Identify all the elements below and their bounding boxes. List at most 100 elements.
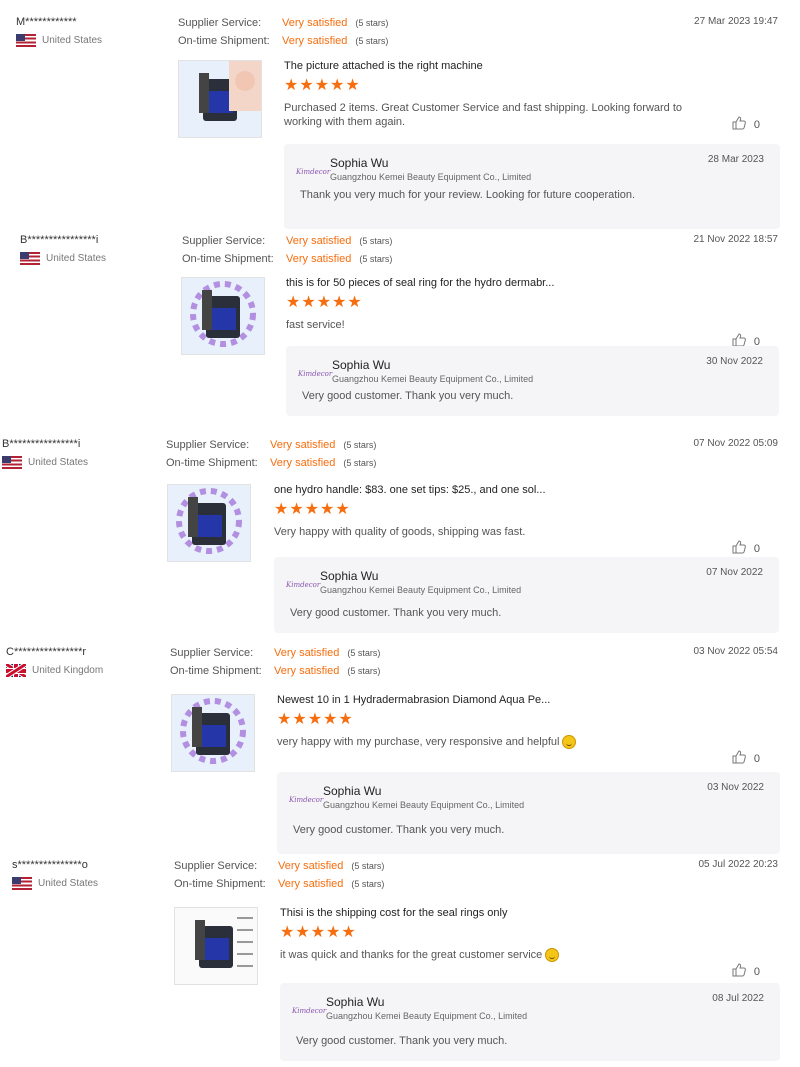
buyer-name: s***************o xyxy=(12,859,88,871)
supplier-service-stars: (5 stars) xyxy=(343,440,377,450)
thumbs-up-icon[interactable] xyxy=(732,963,746,980)
reply-date: 07 Nov 2022 xyxy=(706,567,763,578)
seller-name: Sophia Wu xyxy=(326,995,385,1009)
seller-logo: Kimdecor xyxy=(292,1007,327,1015)
on-time-shipment-stars: (5 stars) xyxy=(343,458,377,468)
on-time-shipment-stars: (5 stars) xyxy=(355,36,389,46)
product-thumbnail[interactable] xyxy=(178,60,262,138)
helpful-button[interactable]: 0 xyxy=(732,116,760,133)
on-time-shipment-label: On-time Shipment: xyxy=(166,457,258,469)
supplier-service-value: Very satisfied xyxy=(274,647,340,659)
thumbs-up-icon[interactable] xyxy=(732,540,746,557)
review-card: B****************i United States Supplier … xyxy=(0,232,800,442)
product-thumbnail[interactable] xyxy=(174,907,258,985)
on-time-shipment-stars: (5 stars) xyxy=(347,666,381,676)
buyer-country: United Kingdom xyxy=(6,664,103,677)
seller-reply: Kimdecor Sophia Wu Guangzhou Kemei Beauty … xyxy=(284,144,780,229)
helpful-count: 0 xyxy=(753,542,760,555)
seller-reply: Kimdecor Sophia Wu Guangzhou Kemei Beauty … xyxy=(286,346,779,416)
buyer-name: M************ xyxy=(16,16,77,28)
helpful-button[interactable]: 0 xyxy=(732,963,760,980)
helpful-button[interactable]: 0 xyxy=(732,750,760,767)
reply-text: Very good customer. Thank you very much. xyxy=(302,390,514,402)
comment-text: very happy with my purchase, very respon… xyxy=(277,736,560,748)
supplier-service-value: Very satisfied xyxy=(270,439,336,451)
supplier-service-row: Supplier Service: Very satisfied (5 stars) xyxy=(182,232,392,250)
review-date: 05 Jul 2022 20:23 xyxy=(698,859,778,870)
reply-date: 08 Jul 2022 xyxy=(712,993,764,1004)
seller-company: Guangzhou Kemei Beauty Equipment Co., Li… xyxy=(332,374,534,384)
comment-text: Purchased 2 items. Great Customer Servic… xyxy=(284,102,683,128)
review-comment: very happy with my purchase, very respon… xyxy=(277,735,697,750)
uk-flag-icon xyxy=(6,664,26,677)
supplier-service-value: Very satisfied xyxy=(278,860,344,872)
reply-text: Thank you very much for your review. Loo… xyxy=(300,189,636,201)
star-rating-icon: ★★★★★ xyxy=(286,294,363,311)
supplier-service-row: Supplier Service: Very satisfied (5 stars) xyxy=(174,857,384,875)
supplier-ratings: Supplier Service: Very satisfied (5 stars)… xyxy=(178,14,388,50)
reply-text: Very good customer. Thank you very much. xyxy=(290,607,502,619)
supplier-service-label: Supplier Service: xyxy=(170,647,254,659)
thumbs-up-icon[interactable] xyxy=(732,116,746,133)
star-rating-icon: ★★★★★ xyxy=(284,77,361,94)
supplier-service-row: Supplier Service: Very satisfied (5 stars) xyxy=(170,644,380,662)
country-name: United Kingdom xyxy=(32,665,104,676)
review-date: 07 Nov 2022 05:09 xyxy=(693,438,778,449)
helpful-count: 0 xyxy=(753,965,760,978)
reply-text: Very good customer. Thank you very much. xyxy=(293,824,505,836)
review-card: B****************i United States Supplier … xyxy=(0,436,800,646)
seller-name: Sophia Wu xyxy=(332,358,391,372)
seller-company: Guangzhou Kemei Beauty Equipment Co., Li… xyxy=(326,1011,528,1021)
supplier-service-label: Supplier Service: xyxy=(174,860,258,872)
on-time-shipment-value: Very satisfied xyxy=(278,878,344,890)
on-time-shipment-value: Very satisfied xyxy=(282,35,348,47)
review-title: The picture attached is the right machin… xyxy=(284,60,483,72)
seller-name: Sophia Wu xyxy=(320,569,379,583)
helpful-count: 0 xyxy=(753,752,760,765)
supplier-service-stars: (5 stars) xyxy=(355,18,389,28)
review-title: one hydro handle: $83. one set tips: $25… xyxy=(274,484,546,496)
review-comment: it was quick and thanks for the great cu… xyxy=(280,948,700,963)
buyer-country: United States xyxy=(12,877,98,890)
review-title: Newest 10 in 1 Hydradermabrasion Diamond… xyxy=(277,694,551,706)
us-flag-icon xyxy=(16,34,36,47)
country-name: United States xyxy=(28,457,89,468)
on-time-shipment-row: On-time Shipment: Very satisfied (5 stars) xyxy=(170,662,380,680)
on-time-shipment-row: On-time Shipment: Very satisfied (5 stars) xyxy=(178,32,388,50)
on-time-shipment-row: On-time Shipment: Very satisfied (5 stars) xyxy=(174,875,384,893)
thumbs-up-icon[interactable] xyxy=(732,750,746,767)
helpful-button[interactable]: 0 xyxy=(732,540,760,557)
star-rating-icon: ★★★★★ xyxy=(277,711,354,728)
buyer-country: United States xyxy=(20,252,106,265)
on-time-shipment-stars: (5 stars) xyxy=(359,254,393,264)
review-card: C****************r United Kingdom Supplier… xyxy=(0,644,800,854)
comment-text: Very happy with quality of goods, shippi… xyxy=(274,526,526,538)
supplier-ratings: Supplier Service: Very satisfied (5 stars)… xyxy=(174,857,384,893)
product-thumbnail[interactable] xyxy=(167,484,251,562)
buyer-name: B****************i xyxy=(2,438,81,450)
on-time-shipment-value: Very satisfied xyxy=(274,665,340,677)
on-time-shipment-value: Very satisfied xyxy=(270,457,336,469)
seller-logo: Kimdecor xyxy=(286,581,321,589)
supplier-service-value: Very satisfied xyxy=(282,17,348,29)
supplier-service-row: Supplier Service: Very satisfied (5 stars) xyxy=(178,14,388,32)
smile-emoji-icon xyxy=(562,735,577,750)
review-title: this is for 50 pieces of seal ring for t… xyxy=(286,277,555,289)
on-time-shipment-stars: (5 stars) xyxy=(351,879,385,889)
reply-date: 03 Nov 2022 xyxy=(707,782,764,793)
buyer-country: United States xyxy=(2,456,88,469)
product-thumbnail[interactable] xyxy=(181,277,265,355)
seller-name: Sophia Wu xyxy=(330,156,389,170)
star-rating-icon: ★★★★★ xyxy=(274,501,351,518)
product-thumbnail[interactable] xyxy=(171,694,255,772)
seller-logo: Kimdecor xyxy=(296,168,331,176)
helpful-count: 0 xyxy=(753,118,760,131)
review-comment: fast service! xyxy=(286,318,706,332)
review-date: 27 Mar 2023 19:47 xyxy=(694,16,778,27)
review-comment: Very happy with quality of goods, shippi… xyxy=(274,525,694,539)
seller-name: Sophia Wu xyxy=(323,784,382,798)
supplier-service-stars: (5 stars) xyxy=(347,648,381,658)
on-time-shipment-row: On-time Shipment: Very satisfied (5 stars) xyxy=(182,250,392,268)
comment-text: it was quick and thanks for the great cu… xyxy=(280,949,543,961)
on-time-shipment-label: On-time Shipment: xyxy=(170,665,262,677)
